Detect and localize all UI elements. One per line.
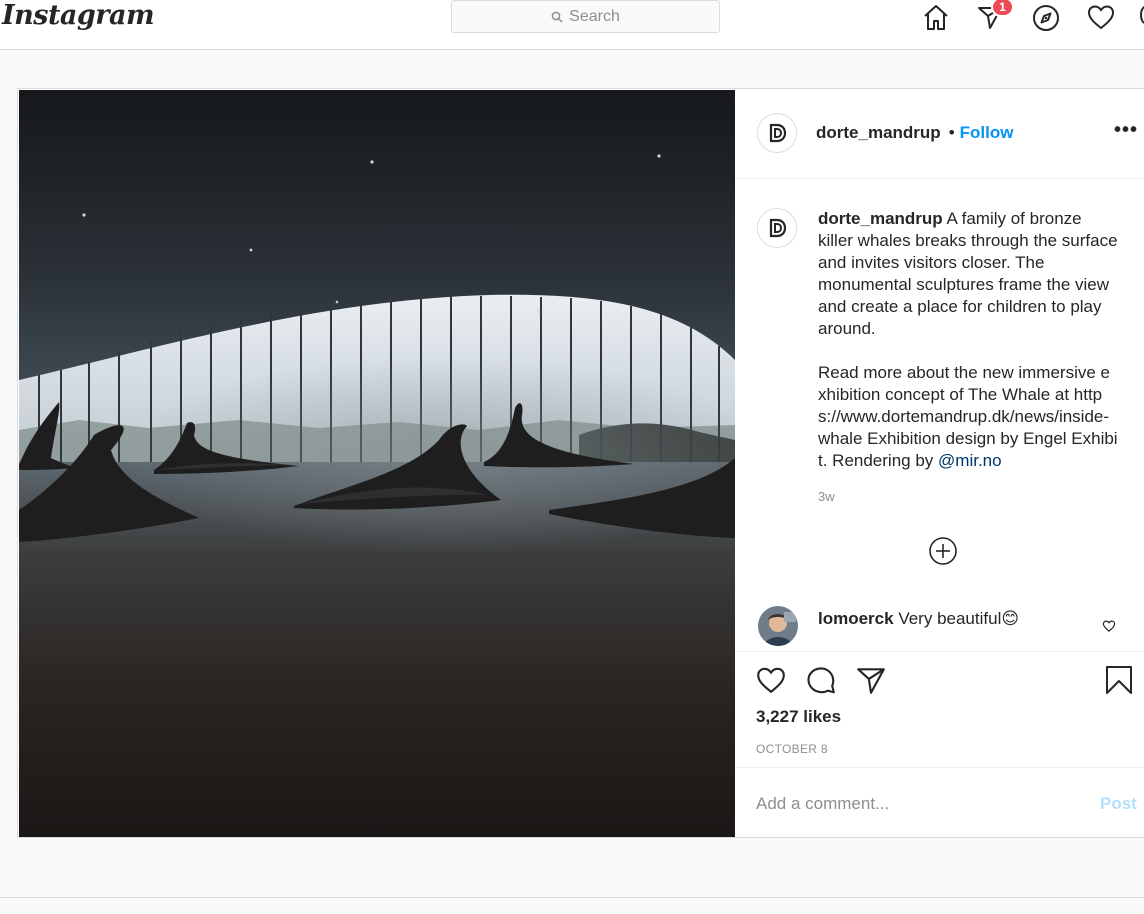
caption-time-ago: 3w <box>818 489 835 504</box>
search-icon <box>551 11 563 23</box>
comment-item: lomoerck Very beautiful😊 <box>736 597 1144 647</box>
comment-like-button[interactable] <box>1102 619 1116 638</box>
author-username[interactable]: dorte_mandrup <box>816 123 941 143</box>
bookmark-icon <box>1106 666 1132 694</box>
post-actions: 3,227 likes OCTOBER 8 <box>736 651 1144 767</box>
speech-bubble-icon <box>807 667 835 694</box>
top-navigation-bar: Instagram Search 1 <box>0 0 1144 50</box>
save-button[interactable] <box>1104 664 1134 701</box>
comment-button[interactable] <box>804 664 838 701</box>
notification-badge: 1 <box>991 0 1014 17</box>
separator-dot: • <box>948 123 955 142</box>
add-comment-form: Add a comment... Post <box>736 767 1144 837</box>
load-more-comments-button[interactable] <box>928 536 958 566</box>
paper-plane-icon <box>857 668 885 694</box>
explore-compass-icon[interactable] <box>1029 0 1063 34</box>
activity-heart-icon[interactable] <box>1084 0 1118 34</box>
caption-username[interactable]: dorte_mandrup <box>818 209 943 228</box>
heart-icon <box>757 667 785 694</box>
heart-icon <box>1102 620 1116 632</box>
caption-author-avatar[interactable] <box>757 208 797 248</box>
caption-mention-link[interactable]: @mir.no <box>938 451 1002 470</box>
search-placeholder: Search <box>569 7 620 25</box>
post-comment-button[interactable]: Post <box>1100 794 1137 814</box>
instagram-logo[interactable]: Instagram <box>2 0 155 31</box>
profile-avatar-icon[interactable] <box>1140 6 1144 24</box>
more-options-button[interactable]: ••• <box>1114 119 1138 142</box>
dorte-mandrup-logo-icon <box>769 123 787 143</box>
post-caption: dorte_mandrup A family of bronze killer … <box>818 208 1118 472</box>
post-date[interactable]: OCTOBER 8 <box>756 742 828 756</box>
post-header: dorte_mandrup • Follow ••• <box>736 89 1144 179</box>
like-button[interactable] <box>754 664 788 701</box>
home-icon[interactable] <box>919 0 953 34</box>
comment-text: Very beautiful😊 <box>898 609 1020 628</box>
plus-circle-icon <box>929 537 957 565</box>
footer-divider <box>0 897 1144 898</box>
post-side-panel: dorte_mandrup • Follow ••• dorte_mandrup… <box>736 89 1144 837</box>
add-comment-input[interactable]: Add a comment... <box>756 794 889 814</box>
dorte-mandrup-logo-icon <box>769 218 787 238</box>
follow-button[interactable]: Follow <box>960 123 1014 143</box>
share-button[interactable] <box>854 664 888 701</box>
post-card: dorte_mandrup • Follow ••• dorte_mandrup… <box>17 88 1144 838</box>
commenter-username[interactable]: lomoerck <box>818 609 894 628</box>
post-photo[interactable] <box>19 90 735 837</box>
commenter-avatar[interactable] <box>758 606 798 646</box>
author-avatar[interactable] <box>757 113 797 153</box>
search-input[interactable]: Search <box>451 0 720 33</box>
caption-text: A family of bronze killer whales breaks … <box>818 209 1118 338</box>
likes-count[interactable]: 3,227 likes <box>756 707 841 727</box>
